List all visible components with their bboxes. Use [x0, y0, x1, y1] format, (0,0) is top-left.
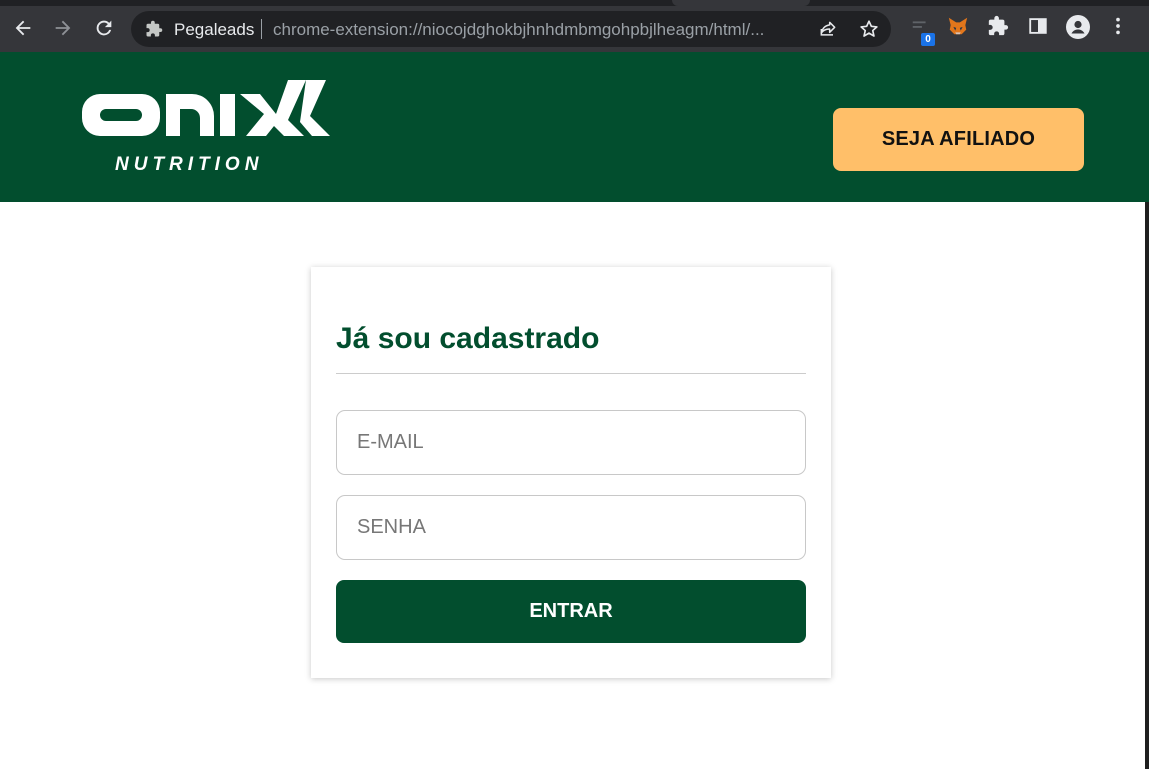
- title-divider: [336, 373, 806, 374]
- side-panel-icon[interactable]: [1027, 15, 1049, 42]
- metamask-fox-icon[interactable]: [947, 15, 969, 42]
- become-affiliate-button[interactable]: SEJA AFILIADO: [833, 108, 1084, 171]
- reload-button[interactable]: [88, 12, 120, 44]
- email-input[interactable]: [337, 411, 787, 474]
- logo-subtitle: NUTRITION: [115, 154, 264, 175]
- omnibox-separator: [261, 19, 262, 39]
- forward-icon: [52, 17, 74, 39]
- login-title: Já sou cadastrado: [336, 322, 600, 355]
- site-header: NUTRITION SEJA AFILIADO: [0, 52, 1149, 202]
- star-icon[interactable]: [858, 18, 880, 45]
- onix-logo[interactable]: NUTRITION: [80, 76, 340, 182]
- login-submit-button[interactable]: ENTRAR: [336, 580, 806, 643]
- window-edge: [1145, 202, 1149, 769]
- profile-icon[interactable]: [1066, 15, 1090, 44]
- tab-strip: [0, 0, 1149, 6]
- extension-badge: 0: [921, 33, 935, 46]
- address-bar[interactable]: Pegaleads chrome-extension://niocojdghok…: [131, 11, 891, 47]
- email-field[interactable]: [336, 410, 806, 475]
- tab-edge: [672, 0, 810, 6]
- forward-button[interactable]: [47, 12, 79, 44]
- password-input[interactable]: [337, 496, 787, 559]
- share-icon[interactable]: [818, 19, 838, 44]
- browser-toolbar: Pegaleads chrome-extension://niocojdghok…: [0, 0, 1149, 52]
- back-icon: [12, 17, 34, 39]
- login-card: Já sou cadastrado ENTRAR: [311, 267, 831, 678]
- extensions-puzzle-icon[interactable]: [987, 15, 1009, 42]
- password-field[interactable]: [336, 495, 806, 560]
- menu-kebab-icon[interactable]: [1108, 15, 1128, 42]
- url-text[interactable]: chrome-extension://niocojdghokbjhnhdmbmg…: [273, 20, 793, 40]
- reload-icon: [93, 17, 115, 39]
- puzzle-icon: [145, 20, 163, 43]
- site-name: Pegaleads: [174, 20, 255, 39]
- back-button[interactable]: [7, 12, 39, 44]
- logo-wordmark: [82, 80, 330, 136]
